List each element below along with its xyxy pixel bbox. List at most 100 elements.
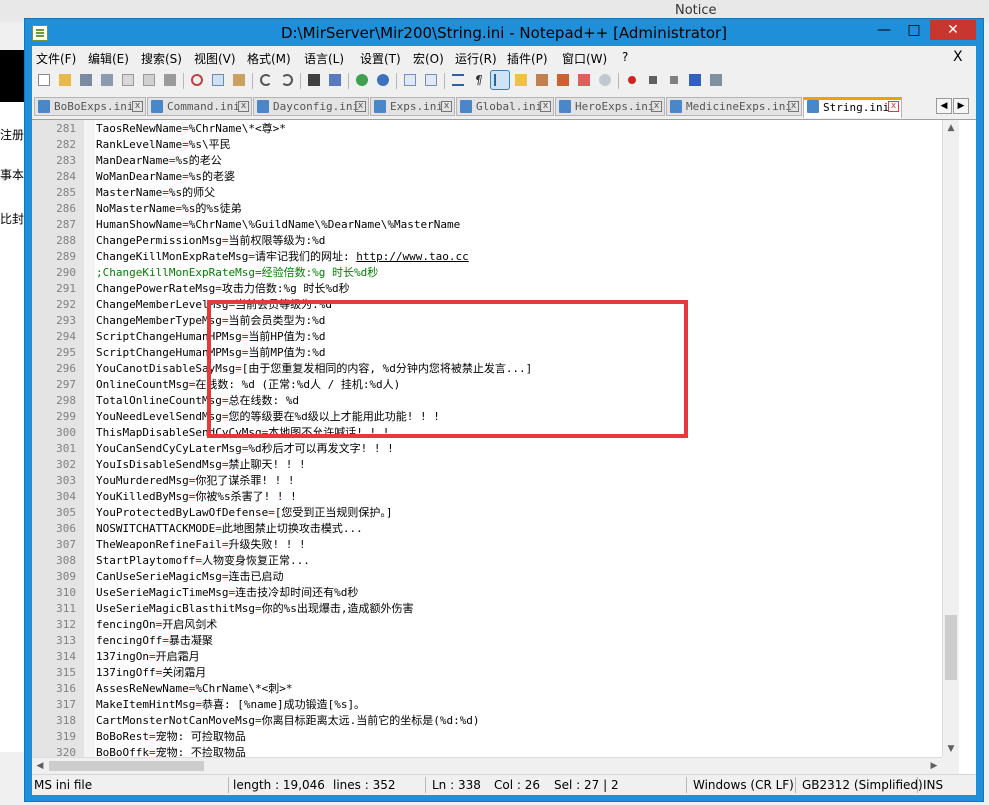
print-icon[interactable] (161, 71, 179, 89)
menu-settings[interactable]: 设置(T) (360, 50, 401, 67)
save-macro-icon[interactable] (707, 71, 725, 89)
menu-window[interactable]: 窗口(W) (562, 50, 607, 67)
close-all-icon[interactable] (140, 71, 158, 89)
code-line[interactable]: AssesReNewName=%ChrName\*<刺>* (96, 681, 292, 697)
code-line[interactable]: ScriptChangeHumanMPMsg=当前MP值为:%d (96, 345, 325, 361)
tab-global[interactable]: Global.ini x (456, 97, 554, 116)
sync-horizontal-icon[interactable] (422, 71, 440, 89)
folder-as-workspace-icon[interactable] (575, 71, 593, 89)
code-line[interactable]: UseSerieMagicBlasthitMsg=你的%s出现爆击,造成额外伤害 (96, 601, 413, 617)
url-link[interactable]: http://www.tao.cc (356, 250, 469, 263)
menu-search[interactable]: 搜索(S) (141, 50, 182, 67)
menu-format[interactable]: 格式(M) (247, 50, 291, 67)
text-area[interactable]: 281 TaosReNewName=%ChrName\*<尊>* 282 RankLe… (32, 120, 942, 757)
code-line[interactable]: ChangePowerRateMsg=攻击力倍数:%g 时长%d秒 (96, 281, 350, 297)
code-line[interactable]: ;ChangeKillMonExpRateMsg=经验倍数:%g 时长%d秒 (96, 265, 378, 281)
document-map-icon[interactable] (533, 71, 551, 89)
tab-command[interactable]: Command.ini x (147, 97, 252, 116)
tab-exps[interactable]: Exps.ini x (370, 97, 455, 116)
tab-scroll-left-button[interactable]: ◀ (936, 98, 952, 114)
tab-boboexps[interactable]: BoBoExps.ini x (34, 97, 146, 116)
menu-language[interactable]: 语言(L) (304, 50, 344, 67)
code-line[interactable]: OnlineCountMsg=在线数: %d (正常:%d人 / 挂机:%d人) (96, 377, 400, 393)
tab-close-icon[interactable]: x (888, 101, 899, 112)
scroll-left-arrow-icon[interactable]: ◀ (32, 758, 48, 774)
record-macro-icon[interactable] (623, 71, 641, 89)
show-all-characters-icon[interactable]: ¶ (470, 71, 488, 89)
code-line[interactable]: TheWeaponRefineFail=升级失败! ! ! (96, 537, 306, 553)
code-line[interactable]: BoBoOffk=宠物: 不捡取物品 (96, 745, 246, 757)
run-macro-multiple-icon[interactable] (686, 71, 704, 89)
tab-medicineexps[interactable]: MedicineExps.ini x (666, 97, 802, 116)
close-document-icon[interactable]: X (953, 49, 963, 65)
code-line[interactable]: ChangePermissionMsg=当前权限等级为:%d (96, 233, 325, 249)
maximize-button[interactable]: □ (900, 20, 928, 40)
menu-run[interactable]: 运行(R) (455, 50, 497, 67)
code-line[interactable]: NOSWITCHATTACKMODE=此地图禁止切换攻击模式... (96, 521, 363, 537)
horizontal-scroll-thumb[interactable] (49, 761, 204, 771)
vertical-scrollbar[interactable]: ▲ ▼ (942, 120, 959, 757)
code-line[interactable]: YouMurderedMsg=你犯了谋杀罪! ! ! (96, 473, 294, 489)
code-line[interactable]: ChangeKillMonExpRateMsg=请牢记我们的网址: http:/… (96, 249, 469, 265)
editor-pane[interactable]: 281 TaosReNewName=%ChrName\*<尊>* 282 RankLe… (32, 119, 976, 774)
menu-macro[interactable]: 宏(O) (413, 50, 444, 67)
code-line[interactable]: TotalOnlineCountMsg=总在线数: %d (96, 393, 299, 409)
menu-view[interactable]: 视图(V) (194, 50, 236, 67)
title-bar[interactable]: D:\MirServer\Mir200\String.ini - Notepad… (25, 19, 983, 45)
tab-close-icon[interactable]: x (355, 101, 366, 112)
minimize-button[interactable]: — (870, 20, 898, 40)
save-all-icon[interactable] (98, 71, 116, 89)
scroll-right-arrow-icon[interactable]: ▶ (926, 758, 942, 774)
paste-icon[interactable] (230, 71, 248, 89)
code-line[interactable]: RankLevelName=%s\平民 (96, 137, 231, 153)
redo-icon[interactable] (278, 71, 296, 89)
tab-close-icon[interactable]: x (441, 101, 452, 112)
menu-edit[interactable]: 编辑(E) (88, 50, 129, 67)
find-icon[interactable] (305, 71, 323, 89)
close-window-button[interactable]: ✕ (930, 20, 976, 40)
code-line[interactable]: MasterName=%s的师父 (96, 185, 215, 201)
replace-icon[interactable] (326, 71, 344, 89)
tab-dayconfig[interactable]: Dayconfig.ini x (253, 97, 369, 116)
monitoring-icon[interactable] (596, 71, 614, 89)
code-line[interactable]: 137ingOff=关闭霜月 (96, 665, 206, 681)
open-file-icon[interactable] (56, 71, 74, 89)
code-line[interactable]: HumanShowName=%ChrName\%GuildName\%DearN… (96, 217, 460, 233)
undo-icon[interactable] (257, 71, 275, 89)
zoom-in-icon[interactable] (353, 71, 371, 89)
code-line[interactable]: CanUseSerieMagicMsg=连击已启动 (96, 569, 283, 585)
word-wrap-icon[interactable] (449, 71, 467, 89)
code-line[interactable]: StartPlaytomoff=人物变身恢复正常... (96, 553, 310, 569)
code-line[interactable]: BoBoRest=宠物: 可捡取物品 (96, 729, 246, 745)
code-line[interactable]: ChangeMemberTypeMsg=当前会员类型为:%d (96, 313, 325, 329)
code-line[interactable]: UseSerieMagicTimeMsg=连击技冷却时间还有%d秒 (96, 585, 358, 601)
tab-close-icon[interactable]: x (238, 101, 249, 112)
play-macro-icon[interactable] (665, 71, 683, 89)
code-line[interactable]: ChangeMemberLevelMsg=当前会员等级为:%d (96, 297, 332, 313)
function-list-icon[interactable] (554, 71, 572, 89)
code-line[interactable]: CartMonsterNotCanMoveMsg=你离目标距离太远.当前它的坐标… (96, 713, 480, 729)
tab-scroll-right-button[interactable]: ▶ (953, 98, 969, 114)
tab-heroexps[interactable]: HeroExps.ini x (555, 97, 665, 116)
user-defined-language-icon[interactable] (512, 71, 530, 89)
save-icon[interactable] (77, 71, 95, 89)
scroll-down-arrow-icon[interactable]: ▼ (943, 741, 959, 757)
code-line[interactable]: 137ingOn=开启霜月 (96, 649, 200, 665)
menu-plugins[interactable]: 插件(P) (507, 50, 548, 67)
cut-icon[interactable] (188, 71, 206, 89)
code-line[interactable]: MakeItemHintMsg=恭喜: [%name]成功锻造[%s]。 (96, 697, 365, 713)
code-line[interactable]: ManDearName=%s的老公 (96, 153, 222, 169)
sync-vertical-icon[interactable] (401, 71, 419, 89)
stop-recording-icon[interactable] (644, 71, 662, 89)
tab-close-icon[interactable]: x (788, 101, 799, 112)
code-line[interactable]: YouIsDisableSendMsg=禁止聊天! ! ! (96, 457, 306, 473)
scroll-up-arrow-icon[interactable]: ▲ (943, 120, 959, 136)
status-eol-format[interactable]: Windows (CR LF) (693, 778, 794, 792)
code-line[interactable]: YouProtectedByLawOfDefense=[您受到正当规则保护。] (96, 505, 393, 521)
copy-icon[interactable] (209, 71, 227, 89)
tab-close-icon[interactable]: x (540, 101, 551, 112)
horizontal-scrollbar[interactable]: ◀ ▶ (32, 757, 942, 774)
zoom-out-icon[interactable] (374, 71, 392, 89)
code-line[interactable]: ThisMapDisableSendCyCyMsg=本地图不允许喊话! ! ! (96, 425, 389, 441)
new-file-icon[interactable] (35, 71, 53, 89)
